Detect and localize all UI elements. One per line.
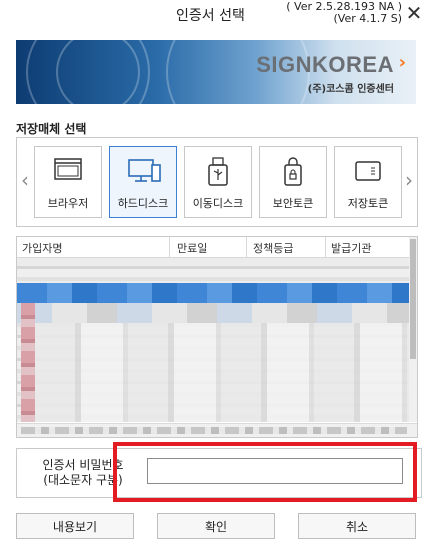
vertical-scrollbar[interactable] (409, 237, 417, 422)
certificate-status-icons (21, 303, 35, 422)
column-policy[interactable]: 정책등급 (253, 240, 293, 256)
horizontal-scrollbar[interactable] (17, 423, 417, 437)
logo-arrow-icon: › (398, 52, 406, 73)
signkorea-banner: SIGNKOREA › (주)코스콤 인증센터 (16, 40, 416, 104)
column-divider (246, 237, 247, 257)
usb-drive-icon (208, 157, 228, 186)
version-line-2: (Ver 4.1.7 S) (333, 12, 402, 25)
certificate-list[interactable]: 가입자명 만료일 정책등급 발급기관 (16, 236, 418, 438)
desktop-monitor-icon (128, 159, 161, 182)
password-input[interactable] (147, 458, 403, 484)
certificate-rows-blurred (17, 258, 409, 422)
signkorea-logo: SIGNKOREA › (주)코스콤 인증센터 (256, 40, 416, 104)
table-row[interactable] (35, 323, 409, 422)
column-divider (325, 237, 326, 257)
password-label: 인증서 비밀번호 (대소문자 구분) (35, 458, 131, 488)
storage-removable-label: 이동디스크 (192, 197, 244, 210)
storage-storage-token[interactable]: 저장토큰 (334, 146, 402, 218)
storage-token-icon (355, 161, 381, 181)
close-icon[interactable]: ✕ (404, 3, 424, 23)
column-subscriber[interactable]: 가입자명 (22, 240, 62, 256)
security-token-icon (284, 157, 302, 186)
details-button[interactable]: 내용보기 (16, 513, 134, 539)
logo-subtitle: (주)코스콤 인증센터 (307, 84, 394, 95)
password-label-line-2: (대소문자 구분) (43, 473, 123, 487)
storage-security-token-label: 보안토큰 (272, 197, 314, 210)
storage-harddisk[interactable]: 하드디스크 (109, 146, 177, 218)
table-row-selected[interactable] (17, 283, 409, 303)
storage-harddisk-label: 하드디스크 (117, 197, 169, 210)
prev-arrow-icon[interactable]: ‹ (21, 168, 29, 192)
password-panel: 인증서 비밀번호 (대소문자 구분) (16, 448, 422, 498)
logo-text: SIGNKOREA (256, 52, 394, 77)
browser-window-icon (54, 158, 82, 180)
storage-security-token[interactable]: 보안토큰 (259, 146, 327, 218)
storage-section-label: 저장매체 선택 (16, 122, 87, 136)
password-label-line-1: 인증서 비밀번호 (42, 458, 124, 472)
confirm-button[interactable]: 확인 (157, 513, 275, 539)
storage-browser[interactable]: 브라우저 (34, 146, 102, 218)
storage-removable[interactable]: 이동디스크 (184, 146, 252, 218)
column-issuer[interactable]: 발급기관 (331, 240, 371, 256)
storage-browser-label: 브라우저 (47, 197, 89, 210)
blurred-detail-strip (21, 427, 407, 434)
storage-media-panel: ‹ 브라우저 하드디스크 이동디스크 보안토큰 저장토큰 › (16, 137, 418, 227)
version-info: ( Ver 2.5.28.193 NA ) (Ver 4.1.7 S) (286, 1, 402, 25)
storage-storage-token-label: 저장토큰 (347, 197, 389, 210)
cancel-button[interactable]: 취소 (298, 513, 416, 539)
table-row[interactable] (17, 303, 409, 323)
next-arrow-icon[interactable]: › (405, 168, 413, 192)
scrollbar-thumb[interactable] (410, 239, 416, 359)
title-bar: 인증서 선택 ( Ver 2.5.28.193 NA ) (Ver 4.1.7 … (0, 0, 432, 28)
certificate-list-header: 가입자명 만료일 정책등급 발급기관 (17, 237, 409, 258)
window-title: 인증서 선택 (176, 8, 245, 24)
column-expiry[interactable]: 만료일 (177, 240, 207, 256)
column-divider (169, 237, 170, 257)
